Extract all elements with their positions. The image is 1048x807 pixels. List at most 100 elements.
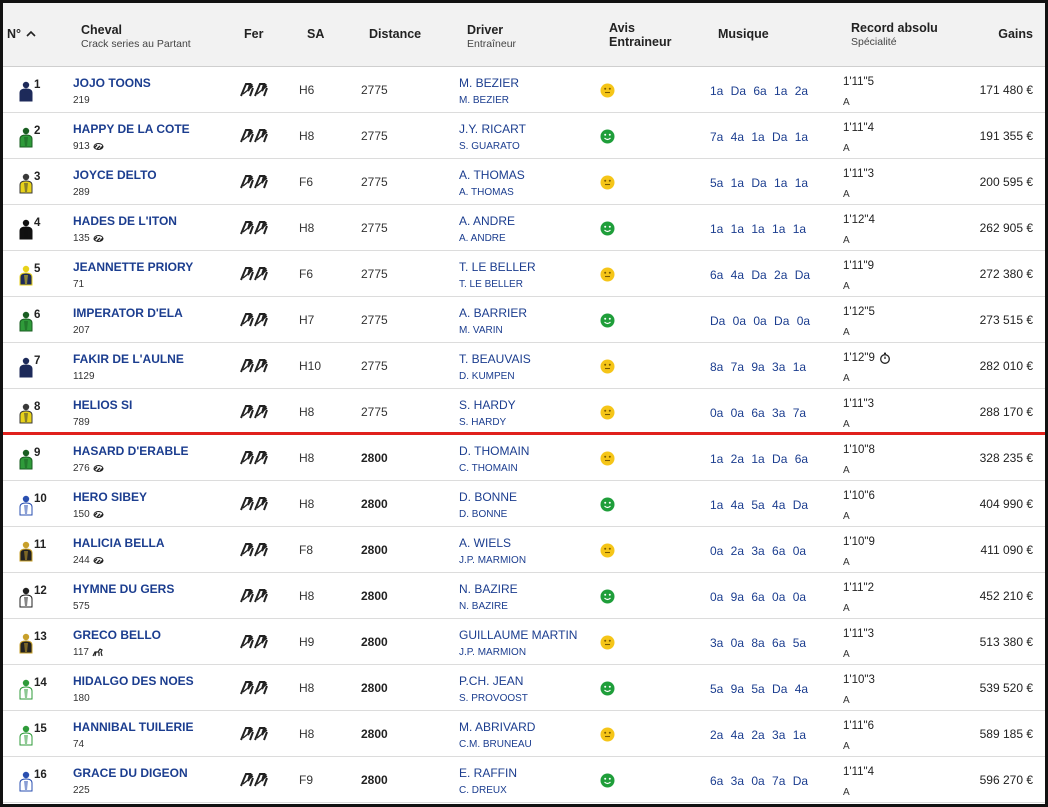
musique-link[interactable]: 7a 4a 1a Da 1a: [710, 130, 808, 144]
specialite: A: [843, 281, 850, 292]
horse-name-link[interactable]: HERO SIBEY: [73, 490, 147, 504]
horse-name-link[interactable]: HADES DE L'ITON: [73, 214, 177, 228]
sex-age: F8: [299, 543, 314, 557]
musique-link[interactable]: 0a 0a 6a 3a 7a: [710, 406, 806, 420]
table-row[interactable]: 11 HALICIA BELLA 244 F8 2800 A. WIELS J.P. MAR…: [3, 527, 1045, 573]
table-row[interactable]: 6 IMPERATOR D'ELA 207 H7 2775 A. BARRIER M. VA…: [3, 297, 1045, 343]
musique-link[interactable]: 0a 9a 6a 0a 0a: [710, 590, 806, 604]
trainer-link[interactable]: J.P. MARMION: [459, 555, 526, 566]
chevron-up-icon[interactable]: [25, 28, 37, 40]
horse-name-link[interactable]: HASARD D'ERABLE: [73, 444, 189, 458]
musique-link[interactable]: 5a 9a 5a Da 4a: [710, 682, 808, 696]
sort-by-number-header[interactable]: N°: [7, 27, 37, 41]
table-row[interactable]: 7 FAKIR DE L'AULNE 1129 H10 2775 T. BEAUVAIS D…: [3, 343, 1045, 389]
driver-link[interactable]: D. THOMAIN: [459, 444, 529, 458]
horse-name-link[interactable]: HAPPY DE LA COTE: [73, 122, 190, 136]
trainer-link[interactable]: A. ANDRE: [459, 233, 506, 244]
table-row[interactable]: 15 HANNIBAL TUILERIE 74 H8 2800 M. ABRIVARD C.…: [3, 711, 1045, 757]
horse-name-link[interactable]: FAKIR DE L'AULNE: [73, 352, 184, 366]
horse-name-link[interactable]: JEANNETTE PRIORY: [73, 260, 193, 274]
trainer-link[interactable]: C. DREUX: [459, 785, 507, 796]
driver-link[interactable]: M. BEZIER: [459, 76, 519, 90]
table-row[interactable]: 1 JOJO TOONS 219 H6 2775 M. BEZIER M. BEZIER 1a…: [3, 67, 1045, 113]
horse-name-link[interactable]: JOJO TOONS: [73, 76, 151, 90]
driver-link[interactable]: T. BEAUVAIS: [459, 352, 531, 366]
trainer-link[interactable]: C. THOMAIN: [459, 463, 518, 474]
table-row[interactable]: 9 HASARD D'ERABLE 276 H8 2800 D. THOMAIN C. TH…: [3, 435, 1045, 481]
horse-name-link[interactable]: JOYCE DELTO: [73, 168, 157, 182]
table-row[interactable]: 4 HADES DE L'ITON 135 H8 2775 A. ANDRE A. ANDR…: [3, 205, 1045, 251]
trainer-link[interactable]: M. BEZIER: [459, 95, 509, 106]
jockey-silk-icon: [17, 127, 35, 149]
table-row[interactable]: 2 HAPPY DE LA COTE 913 H8 2775 J.Y. RICART S. …: [3, 113, 1045, 159]
runner-number: 2: [34, 125, 41, 137]
trainer-link[interactable]: S. PROVOOST: [459, 693, 528, 704]
horse-name-link[interactable]: HYMNE DU GERS: [73, 582, 174, 596]
table-row[interactable]: 12 HYMNE DU GERS 575 H8 2800 N. BAZIRE N. BAZI…: [3, 573, 1045, 619]
record-absolu: 1'12"9: [843, 352, 891, 364]
musique-link[interactable]: 1a 4a 5a 4a Da: [710, 498, 808, 512]
horse-name-link[interactable]: GRACE DU DIGEON: [73, 766, 188, 780]
musique-link[interactable]: 0a 2a 3a 6a 0a: [710, 544, 806, 558]
sex-age: H8: [299, 129, 315, 143]
trainer-link[interactable]: S. GUARATO: [459, 141, 520, 152]
driver-link[interactable]: A. THOMAS: [459, 168, 525, 182]
driver-link[interactable]: E. RAFFIN: [459, 766, 517, 780]
distance: 2775: [361, 221, 388, 235]
table-row[interactable]: 8 HELIOS SI 789 H8 2775 S. HARDY S. HARDY 0a 0a…: [3, 389, 1045, 435]
driver-link[interactable]: J.Y. RICART: [459, 122, 526, 136]
gains: 288 170 €: [979, 405, 1033, 419]
record-value: 1'11"4: [843, 122, 875, 134]
driver-link[interactable]: GUILLAUME MARTIN: [459, 628, 577, 642]
table-row[interactable]: 3 JOYCE DELTO 289 F6 2775 A. THOMAS A. THOMAS 5…: [3, 159, 1045, 205]
table-row[interactable]: 16 GRACE DU DIGEON 225 F9 2800 E. RAFFIN C. DR…: [3, 757, 1045, 803]
horse-name-link[interactable]: HALICIA BELLA: [73, 536, 165, 550]
musique-link[interactable]: 1a Da 6a 1a 2a: [710, 84, 808, 98]
table-row[interactable]: 13 GRECO BELLO 117 H9 2800 GUILLAUME MARTIN J.…: [3, 619, 1045, 665]
musique-link[interactable]: 6a 3a 0a 7a Da: [710, 774, 808, 788]
musique-link[interactable]: 1a 1a 1a 1a 1a: [710, 222, 806, 236]
driver-link[interactable]: S. HARDY: [459, 398, 516, 412]
musique-link[interactable]: Da 0a 0a Da 0a: [710, 314, 810, 328]
trainer-link[interactable]: C.M. BRUNEAU: [459, 739, 532, 750]
horseshoe-icon: [239, 174, 269, 190]
link-icon: [93, 465, 104, 472]
musique-link[interactable]: 6a 4a Da 2a Da: [710, 268, 810, 282]
horse-name-link[interactable]: HANNIBAL TUILERIE: [73, 720, 193, 734]
horse-name-link[interactable]: GRECO BELLO: [73, 628, 161, 642]
driver-link[interactable]: A. WIELS: [459, 536, 511, 550]
runner-number: 12: [34, 585, 47, 597]
musique-link[interactable]: 2a 4a 2a 3a 1a: [710, 728, 806, 742]
musique-link[interactable]: 5a 1a Da 1a 1a: [710, 176, 808, 190]
trainer-link[interactable]: A. THOMAS: [459, 187, 514, 198]
trainer-link[interactable]: M. VARIN: [459, 325, 503, 336]
driver-link[interactable]: N. BAZIRE: [459, 582, 518, 596]
trainer-link[interactable]: D. BONNE: [459, 509, 507, 520]
musique-link[interactable]: 8a 7a 9a 3a 1a: [710, 360, 806, 374]
trainer-link[interactable]: N. BAZIRE: [459, 601, 508, 612]
trainer-link[interactable]: T. LE BELLER: [459, 279, 523, 290]
driver-link[interactable]: P.CH. JEAN: [459, 674, 523, 688]
driver-link[interactable]: A. BARRIER: [459, 306, 527, 320]
link-icon: [93, 557, 104, 564]
horse-name-link[interactable]: HIDALGO DES NOES: [73, 674, 194, 688]
horse-name-link[interactable]: IMPERATOR D'ELA: [73, 306, 183, 320]
musique-link[interactable]: 3a 0a 8a 6a 5a: [710, 636, 806, 650]
horseshoe-icon: [239, 128, 269, 144]
table-row[interactable]: 14 HIDALGO DES NOES 180 H8 2800 P.CH. JEAN S. …: [3, 665, 1045, 711]
driver-link[interactable]: T. LE BELLER: [459, 260, 536, 274]
horse-name-link[interactable]: HELIOS SI: [73, 398, 132, 412]
runner-number: 5: [34, 263, 41, 275]
runner-number: 11: [34, 539, 47, 551]
trainer-link[interactable]: J.P. MARMION: [459, 647, 526, 658]
trainer-link[interactable]: D. KUMPEN: [459, 371, 515, 382]
trainer-link[interactable]: S. HARDY: [459, 417, 506, 428]
horse-sub-info: 789: [73, 417, 90, 428]
musique-link[interactable]: 1a 2a 1a Da 6a: [710, 452, 808, 466]
table-row[interactable]: 10 HERO SIBEY 150 H8 2800 D. BONNE D. BONNE 1a …: [3, 481, 1045, 527]
driver-link[interactable]: M. ABRIVARD: [459, 720, 535, 734]
driver-link[interactable]: A. ANDRE: [459, 214, 515, 228]
driver-link[interactable]: D. BONNE: [459, 490, 517, 504]
table-row[interactable]: 5 JEANNETTE PRIORY 71 F6 2775 T. LE BELLER T. …: [3, 251, 1045, 297]
horseshoe-icon: [239, 82, 269, 98]
